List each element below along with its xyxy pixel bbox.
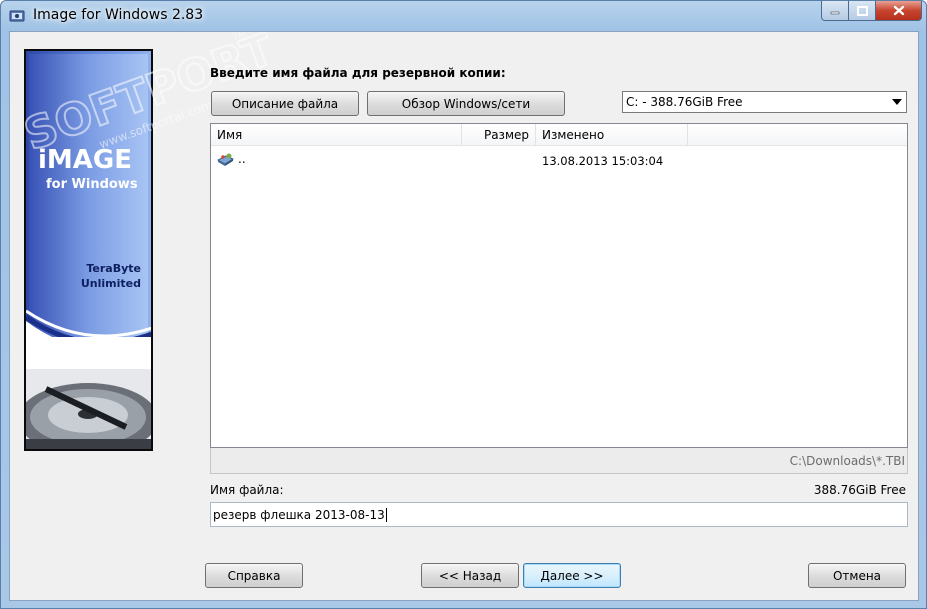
help-button[interactable]: Справка	[205, 563, 303, 588]
file-modified: 13.08.2013 15:03:04	[542, 154, 664, 168]
minimize-button[interactable]	[821, 1, 849, 21]
close-icon	[893, 5, 904, 16]
column-header-filler	[688, 124, 907, 146]
describe-file-button[interactable]: Описание файла	[211, 91, 359, 116]
column-header-modified[interactable]: Изменено	[536, 124, 688, 146]
title-bar[interactable]: Image for Windows 2.83	[1, 1, 926, 31]
browse-windows-button[interactable]: Обзор Windows/сети	[367, 91, 565, 116]
chevron-down-icon	[892, 99, 902, 105]
text-caret	[385, 507, 387, 522]
caption-buttons	[821, 1, 922, 21]
back-button[interactable]: << Назад	[421, 563, 519, 588]
close-button[interactable]	[876, 1, 922, 21]
vendor-line1: TeraByte	[86, 262, 141, 275]
file-list[interactable]: Имя Размер Изменено .. 13.08.2013 15:03:	[210, 123, 908, 448]
filename-prompt: Введите имя файла для резервной копии:	[210, 66, 506, 80]
column-header-name[interactable]: Имя	[211, 124, 462, 146]
drive-select[interactable]: C: - 388.76GiB Free	[622, 91, 907, 113]
current-path: C:\Downloads\*.TBI	[210, 448, 908, 474]
banner-logo-subtitle: for Windows	[46, 177, 138, 192]
minimize-icon	[830, 11, 840, 14]
list-item[interactable]: .. 13.08.2013 15:03:04	[211, 150, 907, 170]
banner-swoosh	[26, 309, 151, 341]
file-list-header: Имя Размер Изменено	[211, 124, 907, 146]
app-icon	[9, 8, 25, 24]
maximize-icon	[856, 5, 868, 16]
next-button[interactable]: Далее >>	[523, 563, 621, 588]
app-window: Image for Windows 2.83 iMAGE for Windows…	[0, 0, 927, 609]
file-name: ..	[238, 152, 246, 166]
maximize-button[interactable]	[849, 1, 876, 21]
wizard-panel: iMAGE for Windows TeraByte Unlimited SOF…	[9, 31, 919, 601]
drive-select-value: C: - 388.76GiB Free	[626, 95, 743, 109]
cancel-button[interactable]: Отмена	[808, 563, 906, 588]
column-header-size[interactable]: Размер	[462, 124, 536, 146]
parent-folder-icon	[216, 151, 236, 167]
hard-disk-image	[26, 369, 151, 449]
current-path-text: C:\Downloads\*.TBI	[789, 453, 905, 468]
filename-input[interactable]: резерв флешка 2013-08-13	[210, 502, 908, 527]
filename-label: Имя файла:	[210, 483, 284, 497]
free-space-label: 388.76GiB Free	[813, 483, 906, 497]
window-title: Image for Windows 2.83	[33, 7, 204, 23]
filename-input-value: резерв флешка 2013-08-13	[213, 507, 385, 522]
